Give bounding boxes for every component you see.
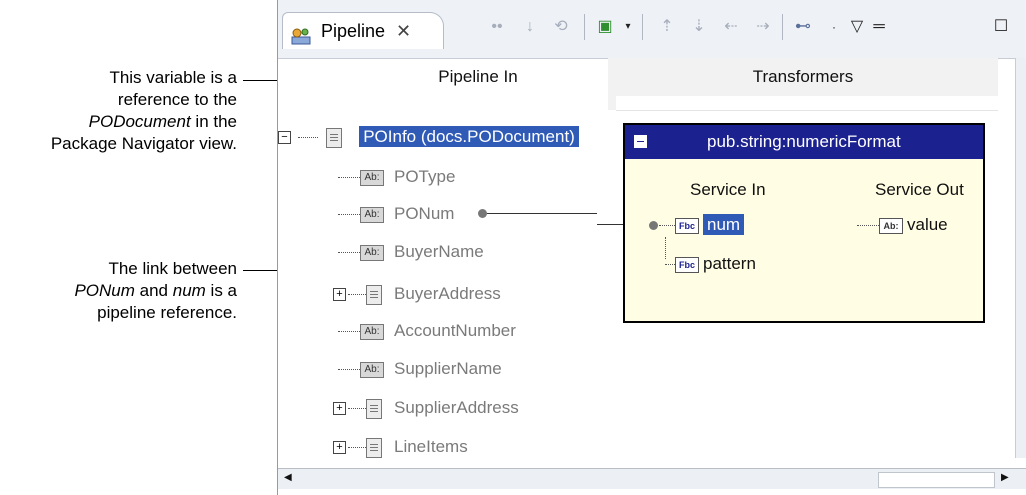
service-input-num-label: num bbox=[703, 214, 745, 235]
view-menu-icon[interactable]: ▽ bbox=[846, 16, 868, 38]
link-icon[interactable]: •• bbox=[486, 16, 508, 38]
pipeline-icon bbox=[291, 21, 311, 45]
vertical-scrollbar[interactable] bbox=[1015, 58, 1026, 458]
toolbar-separator bbox=[642, 14, 643, 40]
scroll-right-icon[interactable]: ▶ bbox=[1001, 473, 1011, 483]
service-output-value[interactable]: Ab: value bbox=[857, 214, 948, 236]
shift-down-icon[interactable]: ⇣ bbox=[688, 16, 710, 38]
layout-icon[interactable]: ⊷ bbox=[792, 16, 814, 38]
collapse-icon[interactable]: − bbox=[278, 131, 291, 145]
tree-item-potype[interactable]: Ab: POType bbox=[338, 164, 455, 190]
variable-annotation-line3: in the bbox=[190, 112, 237, 131]
service-in-header: Service In bbox=[690, 180, 766, 199]
pipeline-in-header: Pipeline In bbox=[438, 67, 518, 86]
string-icon: Ab: bbox=[360, 244, 384, 261]
pipeline-editor: Pipeline ✕ •• ↓ ⟲ ▣ ▾ ⇡ ⇣ ⇠ ⇢ ⊷ · ▽ ═ ☐ … bbox=[277, 0, 1026, 495]
dropdown-arrow-icon[interactable]: ▾ bbox=[617, 16, 639, 38]
variable-annotation-line2: reference to the bbox=[117, 90, 237, 109]
link-annotation-line3: pipeline reference. bbox=[97, 303, 237, 322]
string-icon: Ab: bbox=[360, 323, 384, 340]
service-input-pattern[interactable]: Fbc pattern bbox=[665, 253, 756, 275]
document-list-icon bbox=[366, 437, 382, 458]
tree-item-accountnumber[interactable]: Ab: AccountNumber bbox=[338, 318, 516, 344]
service-title-bar[interactable]: pub.string:numericFormat bbox=[625, 125, 983, 159]
shift-left-icon[interactable]: ⇠ bbox=[720, 16, 742, 38]
ponum-link-handle[interactable] bbox=[478, 209, 487, 218]
service-title: pub.string:numericFormat bbox=[707, 132, 901, 151]
shift-up-icon[interactable]: ⇡ bbox=[656, 16, 678, 38]
transformers-header-underline bbox=[616, 96, 998, 111]
tab-pipeline[interactable]: Pipeline ✕ bbox=[282, 12, 444, 49]
menu-icon[interactable]: · bbox=[823, 16, 845, 38]
ponum-emphasis: PONum bbox=[74, 281, 135, 300]
service-out-header: Service Out bbox=[875, 180, 964, 199]
minimize-icon[interactable]: ═ bbox=[868, 16, 890, 38]
num-emphasis: num bbox=[172, 281, 206, 300]
num-link-handle[interactable] bbox=[649, 221, 658, 230]
expand-icon[interactable]: + bbox=[333, 402, 346, 416]
tree-item-lineitems[interactable]: + LineItems bbox=[333, 434, 468, 460]
transformers-header: Transformers bbox=[752, 67, 854, 86]
link-annotation: The link between PONum and num is a pipe… bbox=[0, 258, 237, 324]
toolbar-separator bbox=[782, 14, 783, 40]
variable-annotation-line1: This variable is a bbox=[109, 68, 237, 87]
service-input-num[interactable]: Fbc num bbox=[659, 214, 745, 236]
pipeline-link-line-2 bbox=[567, 213, 597, 225]
minimize-service-icon[interactable] bbox=[634, 135, 647, 148]
field-icon: Fbc bbox=[675, 217, 699, 234]
horizontal-scrollbar[interactable]: ◀ ▶ bbox=[278, 468, 1026, 489]
string-icon: Ab: bbox=[360, 169, 384, 186]
tree-root-row[interactable]: − POInfo (docs.PODocument) bbox=[278, 124, 579, 150]
expand-icon[interactable]: + bbox=[333, 441, 346, 455]
scroll-left-icon[interactable]: ◀ bbox=[284, 473, 294, 483]
tree-item-buyername[interactable]: Ab: BuyerName bbox=[338, 239, 484, 265]
variable-annotation: This variable is a reference to the PODo… bbox=[0, 67, 237, 155]
tree-item-ponum[interactable]: Ab: PONum bbox=[338, 201, 454, 227]
scrollbar-thumb[interactable] bbox=[878, 472, 995, 488]
variable-annotation-line4: Package Navigator view. bbox=[50, 134, 237, 153]
maximize-icon[interactable]: ☐ bbox=[990, 16, 1012, 38]
tree-item-supplieraddress[interactable]: + SupplierAddress bbox=[333, 395, 519, 421]
podocument-emphasis: PODocument bbox=[88, 112, 191, 131]
tree-item-buyeraddress[interactable]: + BuyerAddress bbox=[333, 281, 501, 307]
insert-transformer-icon[interactable]: ▣ bbox=[594, 16, 616, 38]
string-icon: Ab: bbox=[879, 217, 903, 234]
link-annotation-line1: The link between bbox=[108, 259, 237, 278]
drop-icon[interactable]: ⟲ bbox=[550, 16, 572, 38]
document-reference-icon bbox=[326, 127, 343, 148]
tab-pipeline-label: Pipeline bbox=[321, 21, 386, 41]
string-icon: Ab: bbox=[360, 206, 384, 223]
document-icon bbox=[366, 284, 382, 305]
expand-icon[interactable]: + bbox=[333, 288, 346, 302]
field-icon: Fbc bbox=[675, 256, 699, 273]
toolbar-separator bbox=[584, 14, 585, 40]
shift-right-icon[interactable]: ⇢ bbox=[752, 16, 774, 38]
transformer-service-box[interactable]: pub.string:numericFormat Service In Serv… bbox=[623, 123, 985, 323]
map-icon[interactable]: ↓ bbox=[519, 16, 541, 38]
document-icon bbox=[366, 398, 382, 419]
pipeline-link-line-1 bbox=[487, 213, 567, 214]
string-icon: Ab: bbox=[360, 361, 384, 378]
tree-item-suppliername[interactable]: Ab: SupplierName bbox=[338, 356, 502, 382]
tree-root-label: POInfo (docs.PODocument) bbox=[359, 126, 579, 147]
close-icon[interactable]: ✕ bbox=[396, 13, 411, 49]
editor-tab-bar: Pipeline ✕ •• ↓ ⟲ ▣ ▾ ⇡ ⇣ ⇠ ⇢ ⊷ · ▽ ═ ☐ bbox=[278, 0, 1026, 59]
